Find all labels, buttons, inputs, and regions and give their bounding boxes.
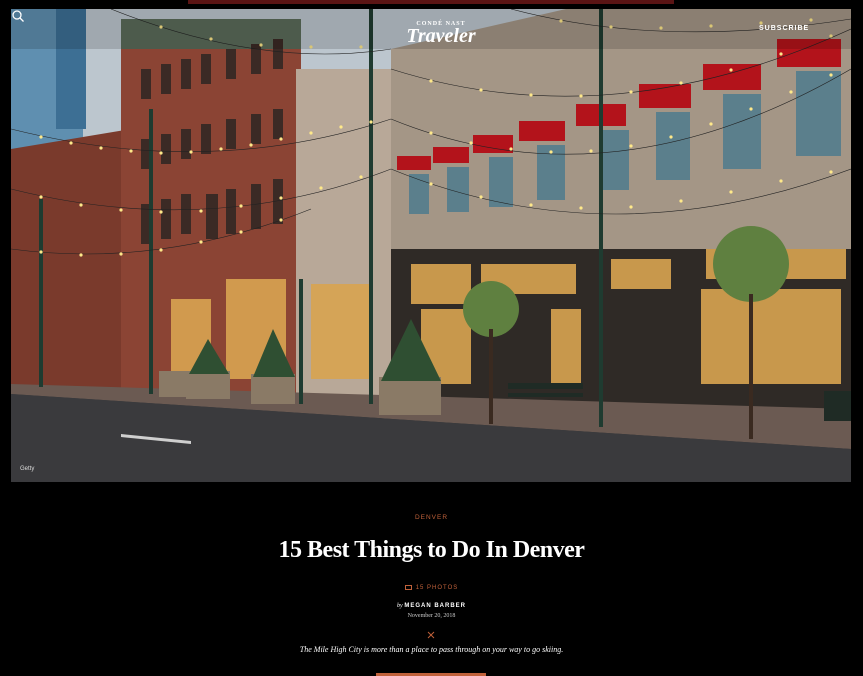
hero-image: CONDÉ NAST Traveler SUBSCRIBE Getty <box>11 9 851 482</box>
publish-date: November 20, 2018 <box>407 613 456 619</box>
search-icon[interactable] <box>11 9 25 23</box>
category-link[interactable]: DENVER <box>0 514 863 521</box>
article-dek: The Mile High City is more than a place … <box>299 645 564 654</box>
subscribe-link[interactable]: SUBSCRIBE <box>759 25 809 32</box>
photos-link[interactable]: 15 PHOTOS <box>0 585 863 591</box>
gallery-icon <box>404 585 412 590</box>
street-scene-illustration <box>11 9 851 482</box>
ornament-divider-icon <box>427 631 435 639</box>
brand-name: Traveler <box>406 25 476 47</box>
photos-count-label: 15 PHOTOS <box>415 585 459 591</box>
author-link[interactable]: MEGAN BARBER <box>404 603 466 609</box>
brand-logo[interactable]: CONDÉ NAST Traveler <box>396 21 486 47</box>
article-title: 15 Best Things to Do In Denver <box>278 537 585 563</box>
byline: by MEGAN BARBER <box>0 603 863 609</box>
top-accent-bar <box>188 0 674 4</box>
photo-credit: Getty <box>20 466 35 472</box>
byline-prefix: by <box>396 603 403 609</box>
